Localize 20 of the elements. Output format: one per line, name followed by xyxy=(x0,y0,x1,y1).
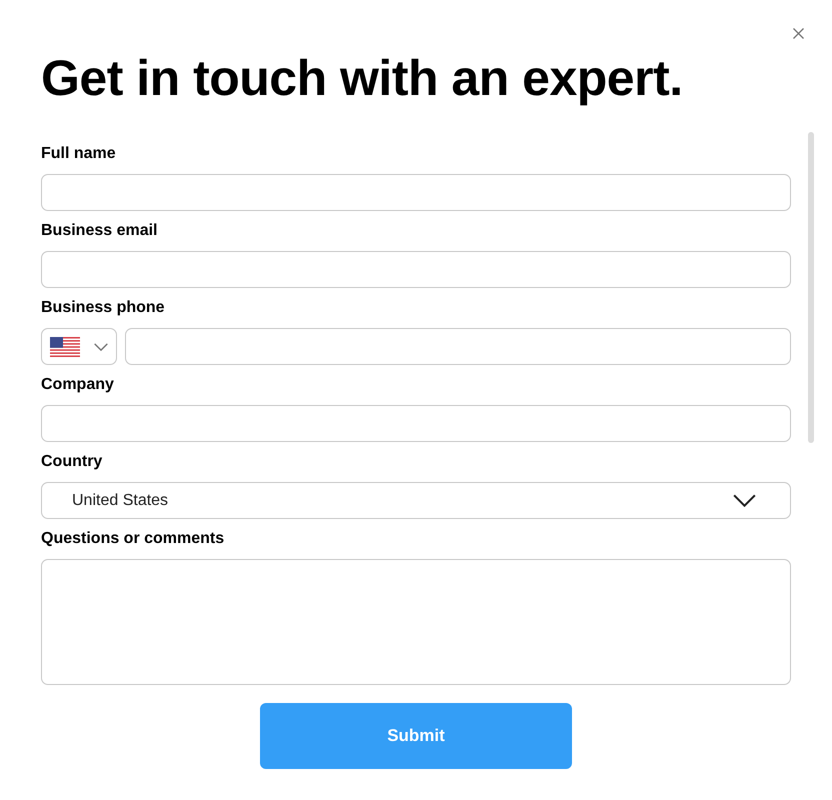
input-field[interactable] xyxy=(41,405,791,442)
field-label: Questions or comments xyxy=(41,529,226,549)
chevron-down-icon xyxy=(94,342,108,350)
field-label: Country xyxy=(41,452,104,472)
form-title: Get in touch with an expert. xyxy=(41,52,684,104)
phone-input-field[interactable] xyxy=(125,328,791,365)
selected-value: United States xyxy=(72,490,168,510)
country-dropdown[interactable]: United States xyxy=(41,482,791,519)
scrollbar[interactable] xyxy=(808,132,814,443)
input-field[interactable] xyxy=(41,174,791,211)
comments-field[interactable] xyxy=(41,559,791,685)
field-label: Business email xyxy=(41,221,158,241)
flag-icon xyxy=(50,336,80,356)
field-label: Company xyxy=(41,375,115,395)
country-code-dropdown[interactable] xyxy=(41,328,117,365)
close-icon[interactable] xyxy=(793,28,804,39)
chevron-down-icon xyxy=(733,494,756,507)
input-field[interactable] xyxy=(41,251,791,288)
field-label: Business phone xyxy=(41,298,166,318)
field-label: Full name xyxy=(41,144,117,164)
